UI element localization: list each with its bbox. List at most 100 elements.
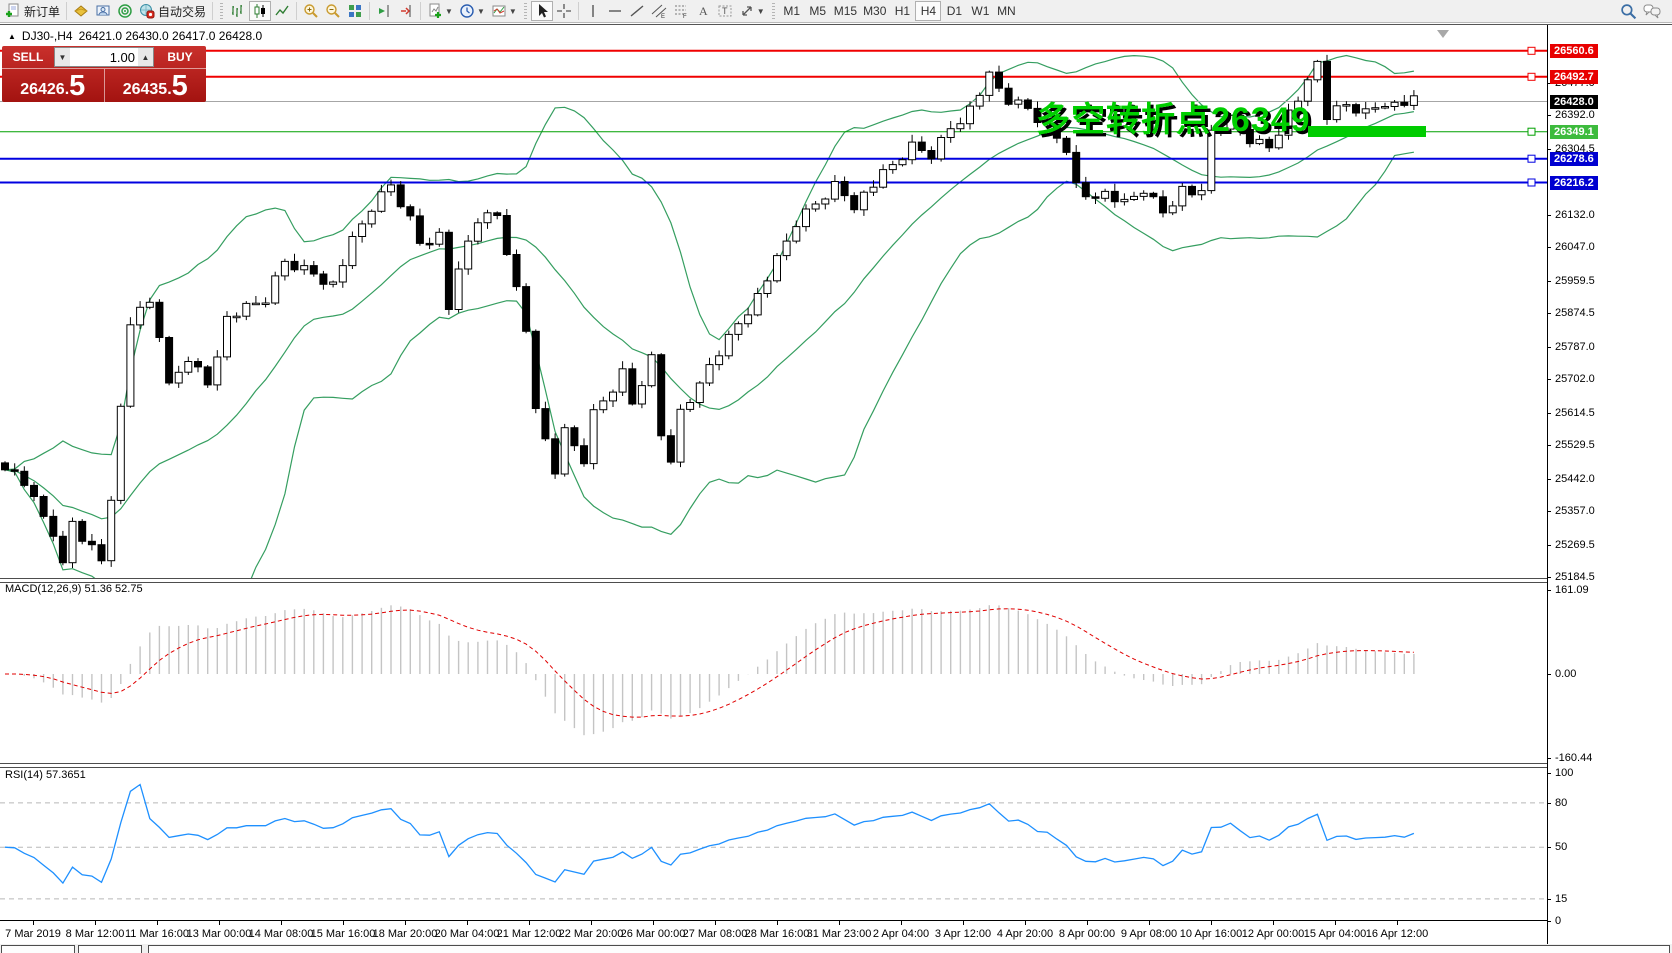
- chevron-down-icon: ▼: [445, 7, 453, 16]
- volume-increase-button[interactable]: ▲: [138, 48, 153, 66]
- tile-windows-icon: [347, 3, 363, 19]
- axis-tick-label: 25874.5: [1555, 306, 1595, 320]
- time-axis[interactable]: 7 Mar 20198 Mar 12:0011 Mar 16:0013 Mar …: [0, 921, 1547, 945]
- autotrading-icon: [139, 3, 155, 19]
- buy-price[interactable]: 26435. 5: [105, 69, 207, 102]
- chart-tab[interactable]: [148, 945, 1670, 953]
- bar-chart-icon: [230, 3, 246, 19]
- indicators-button[interactable]: ▼: [424, 1, 456, 21]
- price-axis[interactable]: 26477.026392.026304.526132.026047.025959…: [1547, 0, 1672, 953]
- price-line-label: 26216.2: [1550, 176, 1598, 190]
- auto-scroll-button[interactable]: [373, 1, 395, 21]
- pane-separator[interactable]: [0, 763, 1547, 768]
- axis-tick-label: 25702.0: [1555, 372, 1595, 386]
- timeframe-button-m5[interactable]: M5: [805, 1, 831, 21]
- channel-icon: E: [651, 3, 667, 19]
- volume-stepper: ▼ ▲: [54, 47, 154, 67]
- arrows-icon: [739, 3, 755, 19]
- volume-decrease-button[interactable]: ▼: [55, 48, 70, 66]
- pane-separator[interactable]: [0, 578, 1547, 583]
- chart-tab[interactable]: [78, 945, 142, 953]
- timeframe-button-mn[interactable]: MN: [993, 1, 1019, 21]
- new-order-button[interactable]: 新订单: [2, 1, 63, 21]
- template-icon: [491, 3, 507, 19]
- bar-chart-button[interactable]: [227, 1, 249, 21]
- svg-text:A: A: [699, 4, 708, 18]
- equidistant-channel-button[interactable]: E: [648, 1, 670, 21]
- axis-tick-label: 161.09: [1555, 583, 1589, 597]
- text-label-button[interactable]: T: [714, 1, 736, 21]
- one-click-trading-panel: SELL ▼ ▲ BUY 26426. 5 26435. 5: [2, 46, 206, 102]
- main-toolbar: 新订单 自动交易 ▼ ▼ ▼ E F A T ▼ M1M5M15M30H1H4D…: [0, 0, 1672, 23]
- volume-input[interactable]: [70, 48, 138, 66]
- horizontal-line-button[interactable]: [604, 1, 626, 21]
- timeframe-button-m1[interactable]: M1: [779, 1, 805, 21]
- terminal-icon: [95, 3, 111, 19]
- cursor-button[interactable]: [531, 1, 553, 21]
- tile-windows-button[interactable]: [344, 1, 366, 21]
- one-click-collapse-arrow[interactable]: ▲: [8, 32, 16, 41]
- axis-tick-label: 26132.0: [1555, 208, 1595, 222]
- timeframe-button-h4[interactable]: H4: [915, 1, 941, 21]
- rsi-pane[interactable]: [0, 766, 1547, 921]
- chart-annotation-text[interactable]: 多空转折点26349: [1036, 92, 1311, 141]
- fibonacci-button[interactable]: F: [670, 1, 692, 21]
- axis-tick-label: 0: [1555, 914, 1561, 928]
- axis-tick-label: 25787.0: [1555, 340, 1595, 354]
- sell-button[interactable]: SELL: [2, 46, 54, 68]
- signal-icon: [117, 3, 133, 19]
- timeframe-button-w1[interactable]: W1: [967, 1, 993, 21]
- timeframe-button-h1[interactable]: H1: [889, 1, 915, 21]
- cursor-icon: [534, 3, 550, 19]
- main-price-pane[interactable]: [0, 44, 1547, 578]
- sell-price[interactable]: 26426. 5: [2, 69, 104, 102]
- axis-tick-label: 25357.0: [1555, 504, 1595, 518]
- market-watch-button[interactable]: [70, 1, 92, 21]
- macd-indicator-label: MACD(12,26,9) 51.36 52.75: [5, 583, 143, 595]
- axis-tick-label: 0.00: [1555, 667, 1576, 681]
- axis-tick-label: 80: [1555, 796, 1567, 810]
- buy-button[interactable]: BUY: [154, 46, 206, 68]
- axis-tick-label: 25184.5: [1555, 570, 1595, 584]
- zoom-in-button[interactable]: [300, 1, 322, 21]
- chart-shift-icon: [398, 3, 414, 19]
- periods-button[interactable]: ▼: [456, 1, 488, 21]
- chart-shift-button[interactable]: [395, 1, 417, 21]
- timeframe-button-m30[interactable]: M30: [860, 1, 889, 21]
- svg-text:E: E: [661, 14, 665, 19]
- line-chart-icon: [274, 3, 290, 19]
- line-chart-button[interactable]: [271, 1, 293, 21]
- horizontal-line-icon: [607, 3, 623, 19]
- chart-ohlc-values: 26421.0 26430.0 26417.0 26428.0: [79, 29, 263, 43]
- candlestick-chart-button[interactable]: [249, 1, 271, 21]
- navigator-button[interactable]: [92, 1, 114, 21]
- crosshair-button[interactable]: [553, 1, 575, 21]
- templates-button[interactable]: ▼: [488, 1, 520, 21]
- axis-tick-label: 26392.0: [1555, 108, 1595, 122]
- timeframe-button-m15[interactable]: M15: [831, 1, 860, 21]
- zoom-out-button[interactable]: [322, 1, 344, 21]
- axis-tick-label: 26047.0: [1555, 240, 1595, 254]
- price-line-label: 26492.7: [1550, 70, 1598, 84]
- clock-icon: [459, 3, 475, 19]
- zoom-in-icon: [303, 3, 319, 19]
- chart-shift-marker[interactable]: [1437, 30, 1449, 38]
- auto-scroll-icon: [376, 3, 392, 19]
- signals-button[interactable]: [114, 1, 136, 21]
- arrows-button[interactable]: ▼: [736, 1, 768, 21]
- axis-tick-label: 100: [1555, 766, 1573, 780]
- trendline-button[interactable]: [626, 1, 648, 21]
- text-button[interactable]: A: [692, 1, 714, 21]
- axis-tick-label: 25529.5: [1555, 438, 1595, 452]
- buy-price-big-digit: 5: [172, 72, 188, 101]
- new-order-icon: [5, 3, 21, 19]
- autotrading-button[interactable]: 自动交易: [136, 1, 209, 21]
- vertical-line-button[interactable]: [582, 1, 604, 21]
- indicators-icon: [427, 3, 443, 19]
- chart-tab[interactable]: [1, 945, 75, 953]
- chart-title: ▲ DJ30-,H4 26421.0 26430.0 26417.0 26428…: [8, 29, 262, 43]
- price-line-label: 26560.6: [1550, 44, 1598, 58]
- annotation-highlight-bar[interactable]: [1308, 126, 1426, 137]
- timeframe-button-d1[interactable]: D1: [941, 1, 967, 21]
- macd-pane[interactable]: [0, 580, 1547, 764]
